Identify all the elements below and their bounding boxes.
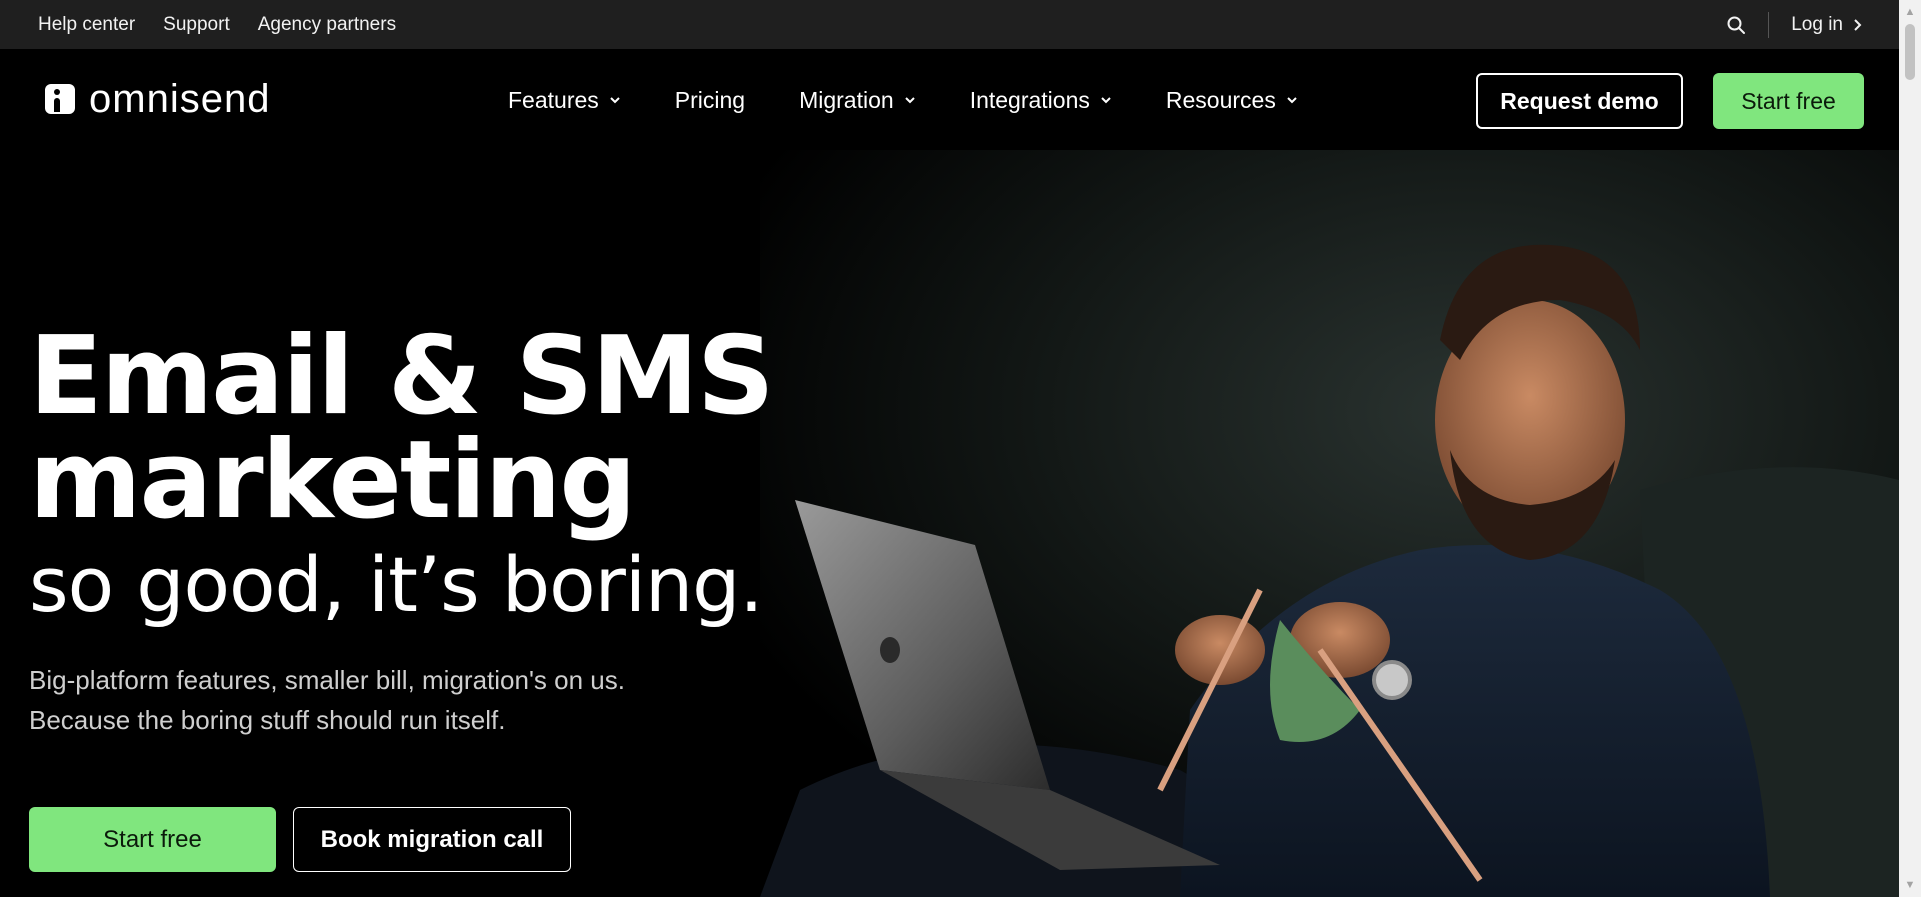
- nav-label: Migration: [799, 86, 894, 113]
- login-link[interactable]: Log in: [1791, 14, 1863, 36]
- utility-right: Log in: [1726, 0, 1863, 49]
- chevron-right-icon: [1853, 18, 1863, 32]
- main-nav: omnisend Features Pricing Migration Inte…: [0, 49, 1899, 151]
- agency-partners-link[interactable]: Agency partners: [258, 14, 396, 36]
- hero-subtitle: so good, it’s boring.: [29, 540, 764, 629]
- search-icon[interactable]: [1726, 15, 1746, 35]
- scroll-down-icon[interactable]: ▼: [1899, 875, 1921, 895]
- nav-item-resources[interactable]: Resources: [1166, 87, 1298, 114]
- chevron-down-icon: [1287, 97, 1297, 104]
- nav-item-pricing[interactable]: Pricing: [675, 87, 745, 114]
- scrollbar[interactable]: ▲ ▼: [1899, 0, 1921, 897]
- chevron-down-icon: [1101, 97, 1111, 104]
- page: Help center Support Agency partners Log …: [0, 0, 1921, 897]
- nav-label: Pricing: [674, 86, 746, 113]
- brand-name: omnisend: [89, 77, 271, 121]
- logo-mark-icon: [45, 84, 75, 114]
- hero-title-line-1: Email & SMS: [29, 314, 775, 439]
- hero-image: [760, 150, 1899, 897]
- scroll-up-icon[interactable]: ▲: [1899, 2, 1921, 22]
- nav-item-integrations[interactable]: Integrations: [970, 87, 1112, 114]
- nav-item-features[interactable]: Features: [508, 87, 621, 114]
- nav-item-migration[interactable]: Migration: [799, 87, 916, 114]
- book-migration-call-button[interactable]: Book migration call: [293, 807, 571, 872]
- nav-label: Integrations: [969, 86, 1090, 113]
- request-demo-button[interactable]: Request demo: [1476, 73, 1683, 129]
- divider: [1768, 11, 1770, 38]
- nav-label: Features: [508, 86, 599, 113]
- scrollbar-thumb[interactable]: [1905, 24, 1915, 80]
- hero-description-line-1: Big-platform features, smaller bill, mig…: [29, 665, 625, 695]
- hero-description-line-2: Because the boring stuff should run itse…: [29, 705, 506, 735]
- hero-description: Big-platform features, smaller bill, mig…: [29, 660, 625, 740]
- utility-links: Help center Support Agency partners: [0, 14, 396, 36]
- hero-title: Email & SMS marketing: [29, 314, 775, 543]
- support-link[interactable]: Support: [163, 14, 230, 36]
- omnisend-logo[interactable]: omnisend: [45, 79, 270, 119]
- start-free-button-header[interactable]: Start free: [1713, 73, 1864, 129]
- nav-label: Resources: [1165, 86, 1276, 113]
- nav-items: Features Pricing Migration Integrations …: [508, 49, 1298, 151]
- login-label: Log in: [1791, 13, 1843, 35]
- start-free-button[interactable]: Start free: [29, 807, 276, 872]
- hero-title-line-2: marketing: [29, 418, 637, 543]
- help-center-link[interactable]: Help center: [38, 14, 135, 36]
- chevron-down-icon: [610, 97, 620, 104]
- chevron-down-icon: [904, 97, 915, 104]
- utility-bar: Help center Support Agency partners Log …: [0, 0, 1899, 49]
